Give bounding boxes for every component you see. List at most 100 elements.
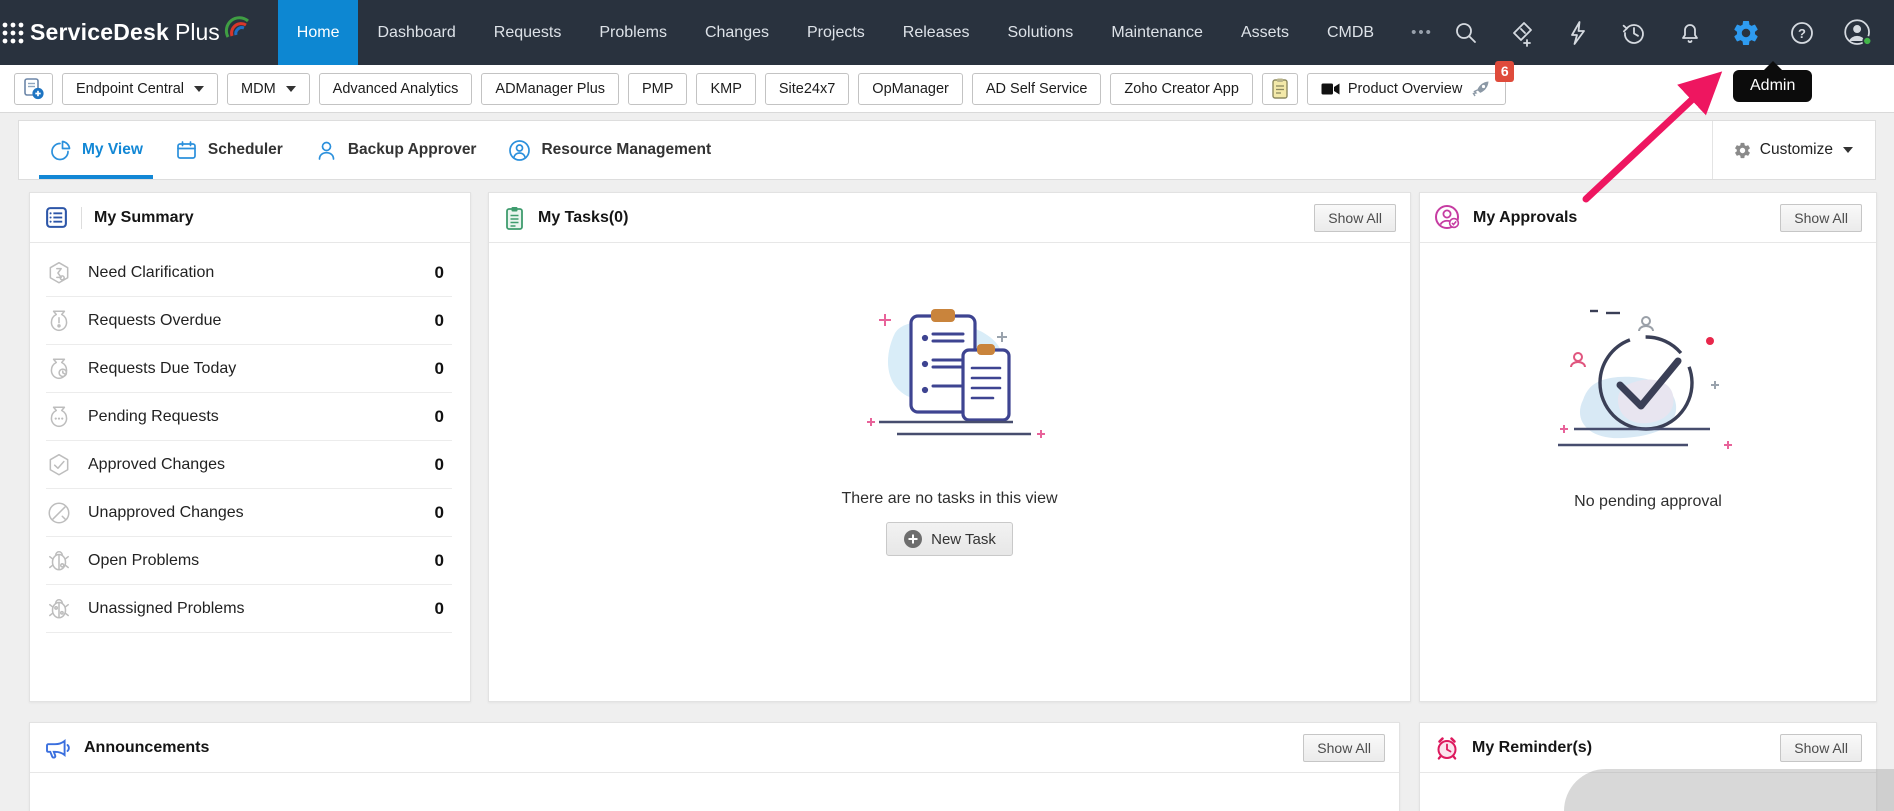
app-button-advanced-analytics[interactable]: Advanced Analytics bbox=[318, 72, 473, 105]
header-divider bbox=[81, 206, 82, 229]
topbar-action-icons: ? bbox=[1451, 0, 1894, 65]
customize-label: Customize bbox=[1759, 141, 1833, 158]
customize-dropdown[interactable]: Customize bbox=[1711, 121, 1861, 179]
calendar-icon bbox=[177, 140, 196, 159]
nav-item-changes[interactable]: Changes bbox=[686, 0, 788, 65]
summary-row-unassigned-problems[interactable]: Unassigned Problems 0 bbox=[46, 585, 452, 633]
notification-count-badge: 6 bbox=[1495, 60, 1515, 82]
panel-title: Announcements bbox=[84, 738, 210, 756]
tab-resource-management[interactable]: Resource Management bbox=[492, 121, 727, 179]
my-tasks-show-all-button[interactable]: Show All bbox=[1314, 203, 1396, 232]
nav-more-ellipsis[interactable]: ••• bbox=[1393, 0, 1451, 65]
ticket-add-icon[interactable] bbox=[1507, 18, 1537, 48]
product-overview-button[interactable]: Product Overview 6 bbox=[1306, 60, 1515, 105]
summary-row-unapproved-changes[interactable]: Unapproved Changes 0 bbox=[46, 489, 452, 537]
person-circle-icon bbox=[509, 139, 531, 161]
tasks-clipboard-icon bbox=[506, 206, 523, 230]
my-approvals-show-all-button[interactable]: Show All bbox=[1780, 203, 1862, 232]
panel-title: My Approvals bbox=[1473, 208, 1578, 226]
tab-label: Scheduler bbox=[207, 141, 283, 158]
app-button-label: AD Self Service bbox=[985, 80, 1088, 97]
announcements-header: Announcements Show All bbox=[30, 723, 1399, 773]
my-tasks-empty-state: There are no tasks in this view New Task bbox=[489, 243, 1410, 556]
app-button-pmp[interactable]: PMP bbox=[628, 72, 688, 105]
my-summary-header: My Summary bbox=[30, 193, 470, 243]
my-reminders-show-all-button[interactable]: Show All bbox=[1780, 733, 1862, 762]
no-approvals-message: No pending approval bbox=[1574, 493, 1722, 510]
nav-item-assets[interactable]: Assets bbox=[1222, 0, 1308, 65]
summary-row-open-problems[interactable]: Open Problems 0 bbox=[46, 537, 452, 585]
my-tasks-panel: My Tasks(0) Show All There are no tasks … bbox=[488, 192, 1411, 702]
app-button-opmanager[interactable]: OpManager bbox=[858, 72, 963, 105]
approvals-person-check-icon bbox=[1435, 205, 1460, 229]
tab-label: Resource Management bbox=[541, 141, 712, 158]
nav-item-cmdb[interactable]: CMDB bbox=[1308, 0, 1393, 65]
summary-row-count: 0 bbox=[434, 358, 444, 378]
nav-item-maintenance[interactable]: Maintenance bbox=[1092, 0, 1222, 65]
summary-row-label: Open Problems bbox=[88, 551, 200, 569]
person-icon bbox=[318, 141, 335, 160]
announcements-show-all-button[interactable]: Show All bbox=[1303, 733, 1385, 762]
settings-gear-icon[interactable] bbox=[1731, 18, 1761, 48]
admin-tooltip: Admin bbox=[1733, 61, 1813, 102]
help-icon[interactable]: ? bbox=[1787, 18, 1817, 48]
home-view-tabbar: My View Scheduler Backup Approver Resour… bbox=[18, 120, 1876, 180]
no-tasks-message: There are no tasks in this view bbox=[841, 490, 1058, 507]
summary-row-pending-requests[interactable]: Pending Requests 0 bbox=[46, 393, 452, 441]
my-approvals-empty-state: No pending approval bbox=[1420, 243, 1876, 511]
release-notes-button[interactable] bbox=[1261, 72, 1298, 105]
notifications-bell-icon[interactable] bbox=[1675, 18, 1705, 48]
servicedesk-plus-logo[interactable]: ServiceDesk Plus bbox=[26, 0, 278, 65]
summary-row-requests-due-today[interactable]: Requests Due Today 0 bbox=[46, 345, 452, 393]
integrations-toolbar: Endpoint Central MDM Advanced Analytics … bbox=[0, 60, 1894, 113]
app-button-label: OpManager bbox=[872, 80, 949, 97]
my-tasks-header: My Tasks(0) Show All bbox=[489, 193, 1410, 243]
app-button-label: Site24x7 bbox=[778, 80, 836, 97]
summary-list-icon bbox=[46, 207, 67, 228]
summary-row-approved-changes[interactable]: Approved Changes 0 bbox=[46, 441, 452, 489]
history-icon[interactable] bbox=[1619, 18, 1649, 48]
nav-item-releases[interactable]: Releases bbox=[884, 0, 989, 65]
announcements-panel: Announcements Show All bbox=[29, 722, 1400, 811]
tab-my-view[interactable]: My View bbox=[33, 121, 159, 179]
app-button-kmp[interactable]: KMP bbox=[696, 72, 756, 105]
summary-row-count: 0 bbox=[434, 406, 444, 426]
my-approvals-header: My Approvals Show All bbox=[1420, 193, 1876, 243]
app-button-zoho-creator-app[interactable]: Zoho Creator App bbox=[1110, 72, 1253, 105]
summary-row-count: 0 bbox=[434, 550, 444, 570]
summary-row-label: Unapproved Changes bbox=[88, 503, 244, 521]
app-button-label: MDM bbox=[241, 80, 276, 97]
tab-label: My View bbox=[82, 141, 143, 158]
tab-scheduler[interactable]: Scheduler bbox=[159, 121, 299, 179]
summary-row-need-clarification[interactable]: Need Clarification 0 bbox=[46, 249, 452, 297]
nav-item-requests[interactable]: Requests bbox=[475, 0, 581, 65]
nav-item-dashboard[interactable]: Dashboard bbox=[358, 0, 474, 65]
main-navigation: Home Dashboard Requests Problems Changes… bbox=[277, 0, 1451, 65]
nav-item-problems[interactable]: Problems bbox=[580, 0, 686, 65]
app-button-label: KMP bbox=[710, 80, 742, 97]
nav-item-home[interactable]: Home bbox=[277, 0, 359, 65]
app-button-admanager-plus[interactable]: ADManager Plus bbox=[481, 72, 620, 105]
app-button-site24x7[interactable]: Site24x7 bbox=[764, 72, 850, 105]
caret-down-icon bbox=[285, 85, 296, 92]
my-summary-panel: My Summary Need Clarification 0 Requests… bbox=[29, 192, 471, 702]
app-button-label: Endpoint Central bbox=[76, 80, 185, 97]
video-camera-icon bbox=[1321, 83, 1340, 94]
search-icon[interactable] bbox=[1451, 18, 1481, 48]
user-avatar[interactable] bbox=[1843, 18, 1873, 48]
app-button-endpoint-central[interactable]: Endpoint Central bbox=[62, 72, 219, 105]
my-approvals-panel: My Approvals Show All No pending approva… bbox=[1419, 192, 1877, 702]
requests-overdue-icon bbox=[50, 309, 68, 331]
new-request-doc-button[interactable] bbox=[14, 72, 53, 105]
my-reminders-panel: My Reminder(s) Show All bbox=[1419, 722, 1877, 811]
quick-actions-lightning-icon[interactable] bbox=[1563, 18, 1593, 48]
app-button-mdm[interactable]: MDM bbox=[227, 72, 310, 105]
app-grid-icon[interactable] bbox=[0, 0, 26, 65]
new-task-button[interactable]: New Task bbox=[886, 522, 1013, 556]
app-button-ad-self-service[interactable]: AD Self Service bbox=[971, 72, 1102, 105]
panel-title: My Tasks(0) bbox=[538, 208, 629, 226]
nav-item-projects[interactable]: Projects bbox=[788, 0, 884, 65]
nav-item-solutions[interactable]: Solutions bbox=[988, 0, 1092, 65]
tab-backup-approver[interactable]: Backup Approver bbox=[299, 121, 493, 179]
summary-row-requests-overdue[interactable]: Requests Overdue 0 bbox=[46, 297, 452, 345]
